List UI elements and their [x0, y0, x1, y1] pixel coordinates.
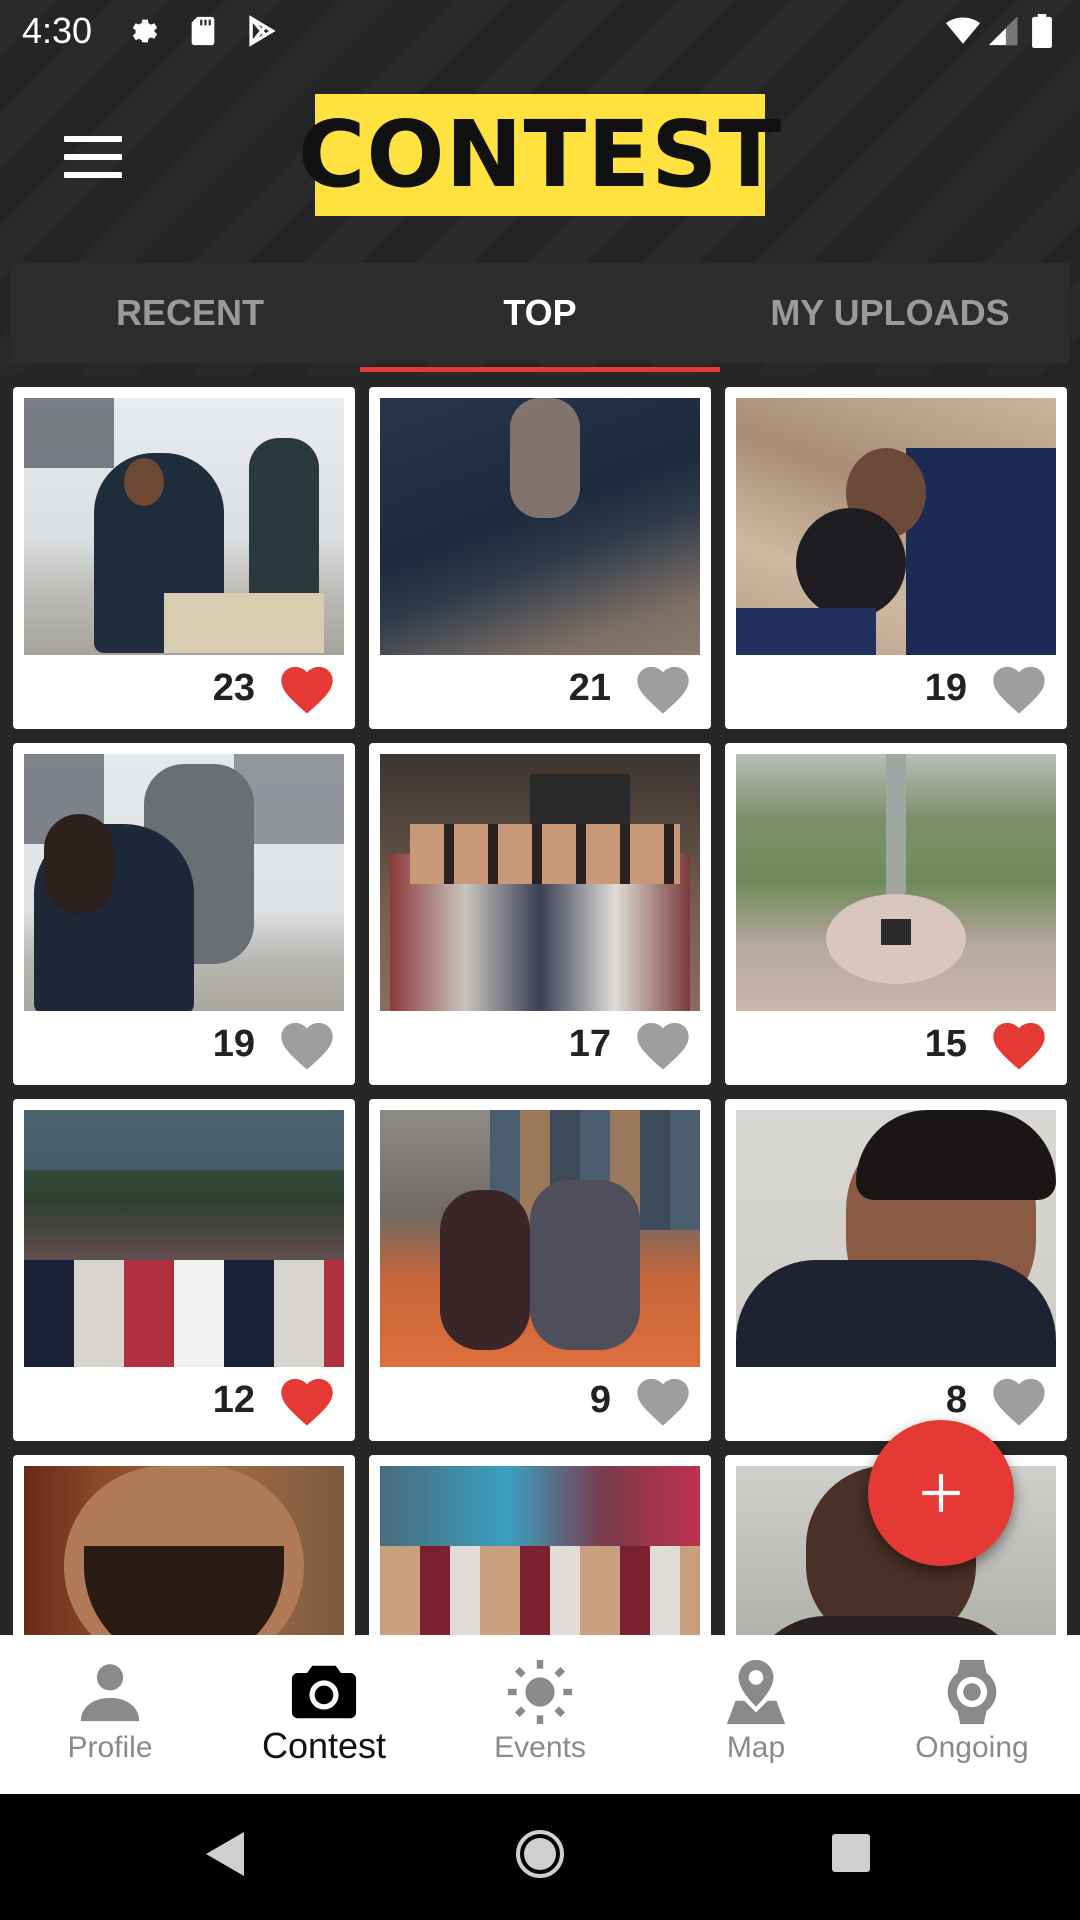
tab-label: RECENT [115, 292, 264, 333]
contest-photo [380, 1110, 700, 1367]
heart-icon[interactable] [635, 663, 691, 715]
nav-label: Map [726, 1731, 786, 1764]
app-screen: 4:30 CONTEST RECENT TOP MY UPLOADS 23 21… [0, 0, 1080, 1920]
photo-card[interactable]: 12 [13, 1099, 355, 1441]
vote-count: 23 [212, 667, 255, 709]
menu-button[interactable] [56, 128, 128, 188]
status-bar: 4:30 [0, 0, 1080, 64]
signal-icon [986, 14, 1020, 48]
contest-photo [380, 398, 700, 655]
hamburger-icon-bar [64, 136, 122, 142]
contest-photo [24, 1466, 344, 1635]
home-icon[interactable] [514, 1828, 566, 1885]
contest-photo [24, 398, 344, 655]
nav-profile[interactable]: Profile [2, 1635, 218, 1794]
heart-icon[interactable] [991, 663, 1047, 715]
contest-logo: CONTEST [298, 94, 781, 216]
contest-photo [736, 1110, 1056, 1367]
contest-photo [736, 754, 1056, 1011]
vote-count: 12 [212, 1379, 255, 1421]
hamburger-icon-bar [64, 154, 122, 160]
photo-card[interactable] [369, 1455, 711, 1635]
add-photo-button[interactable] [868, 1420, 1014, 1566]
heart-icon[interactable] [991, 1375, 1047, 1427]
heart-icon[interactable] [279, 1375, 335, 1427]
battery-icon [1030, 14, 1054, 48]
nav-label: Contest [261, 1725, 387, 1766]
sd-card-icon [186, 14, 220, 48]
system-nav-bar [0, 1794, 1080, 1920]
camera-icon [289, 1657, 359, 1727]
photo-card[interactable]: 23 [13, 387, 355, 729]
heart-icon[interactable] [991, 1019, 1047, 1071]
heart-icon[interactable] [635, 1019, 691, 1071]
tab-label: MY UPLOADS [770, 292, 1010, 333]
top-header: 4:30 CONTEST RECENT TOP MY UPLOADS [0, 0, 1080, 375]
tab-bar: RECENT TOP MY UPLOADS [10, 263, 1070, 363]
contest-photo [24, 754, 344, 1011]
photo-card[interactable]: 19 [13, 743, 355, 1085]
vote-count: 9 [589, 1379, 611, 1421]
sun-icon [505, 1657, 575, 1727]
nav-label: Events [494, 1731, 586, 1764]
person-icon [75, 1657, 145, 1727]
play-store-icon [244, 14, 278, 48]
hamburger-icon-bar [64, 172, 122, 178]
photo-card[interactable]: 21 [369, 387, 711, 729]
nav-label: Profile [67, 1731, 153, 1764]
vote-count: 15 [924, 1023, 967, 1065]
vote-count: 8 [945, 1379, 967, 1421]
tab-label: TOP [503, 292, 577, 333]
photo-card[interactable]: 9 [369, 1099, 711, 1441]
tab-my-uploads[interactable]: MY UPLOADS [710, 263, 1070, 363]
watch-icon [937, 1657, 1007, 1727]
back-icon[interactable] [204, 1830, 246, 1883]
contest-photo [380, 1466, 700, 1635]
nav-map[interactable]: Map [648, 1635, 864, 1794]
bottom-nav: Profile Contest Events Map Ongoing [0, 1635, 1080, 1794]
settings-icon [128, 14, 162, 48]
heart-icon[interactable] [279, 1019, 335, 1071]
heart-icon[interactable] [279, 663, 335, 715]
photo-card[interactable]: 8 [725, 1099, 1067, 1441]
wifi-icon [946, 14, 980, 48]
recents-icon[interactable] [830, 1832, 872, 1879]
heart-icon[interactable] [635, 1375, 691, 1427]
contest-photo [736, 398, 1056, 655]
nav-events[interactable]: Events [432, 1635, 648, 1794]
contest-photo [380, 754, 700, 1011]
page-title: CONTEST [297, 101, 783, 208]
vote-count: 19 [924, 667, 967, 709]
tab-indicator [360, 367, 720, 372]
nav-ongoing[interactable]: Ongoing [864, 1635, 1080, 1794]
contest-photo [24, 1110, 344, 1367]
map-pin-icon [721, 1657, 791, 1727]
photo-card[interactable]: 15 [725, 743, 1067, 1085]
status-time: 4:30 [22, 10, 93, 51]
vote-count: 21 [568, 667, 611, 709]
tab-top[interactable]: TOP [360, 263, 720, 363]
photo-card[interactable]: 19 [725, 387, 1067, 729]
photo-card[interactable]: 17 [369, 743, 711, 1085]
nav-label: Ongoing [915, 1731, 1029, 1764]
vote-count: 19 [212, 1023, 255, 1065]
tab-recent[interactable]: RECENT [10, 263, 370, 363]
plus-icon [922, 1474, 960, 1512]
vote-count: 17 [568, 1023, 611, 1065]
nav-contest[interactable]: Contest [216, 1635, 432, 1794]
photo-card[interactable] [13, 1455, 355, 1635]
